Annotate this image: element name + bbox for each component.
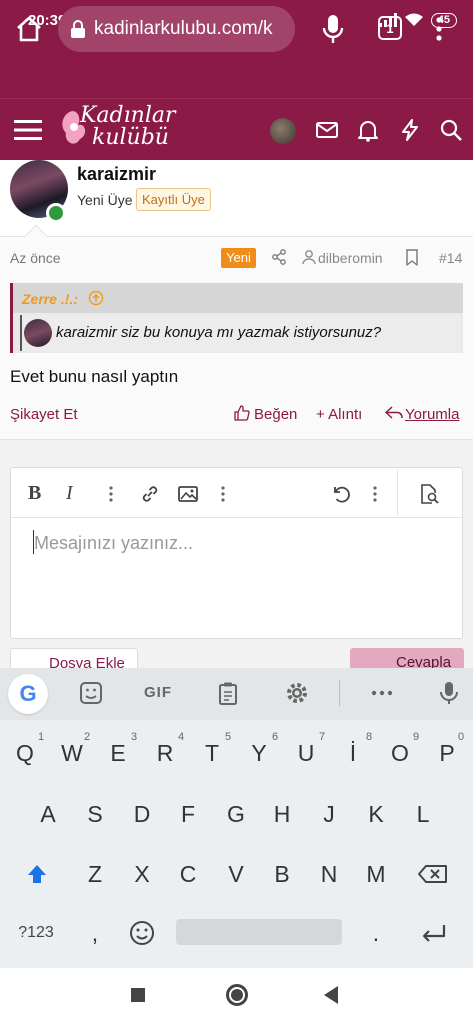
key-g[interactable]: G — [214, 791, 258, 837]
more-vert-icon[interactable] — [364, 483, 386, 505]
key-hint-0: 0 — [458, 731, 465, 743]
online-status-indicator — [46, 203, 66, 223]
key-hint-3: 3 — [131, 731, 138, 743]
quote-author[interactable]: Zerre .!.: — [22, 291, 78, 307]
settings-gear-icon[interactable] — [284, 680, 310, 706]
key-k[interactable]: K — [354, 791, 398, 837]
like-link[interactable]: Beğen — [254, 406, 297, 423]
more-vert-icon[interactable] — [432, 14, 446, 44]
post-time[interactable]: Az önce — [10, 250, 61, 266]
space-key[interactable] — [176, 919, 342, 945]
enter-icon[interactable] — [412, 910, 456, 956]
reply-link[interactable]: Yorumla — [405, 406, 459, 423]
preview-icon[interactable] — [418, 483, 440, 505]
account-avatar[interactable] — [270, 118, 296, 144]
tab-switcher-button[interactable]: 1 — [378, 16, 402, 40]
key-z[interactable]: Z — [73, 851, 117, 897]
key-hint-4: 4 — [178, 731, 185, 743]
gif-button[interactable]: GIF — [144, 684, 172, 701]
sticker-icon[interactable] — [78, 680, 104, 706]
key-hint-5: 5 — [225, 731, 232, 743]
key-s[interactable]: S — [73, 791, 117, 837]
report-link[interactable]: Şikayet Et — [10, 406, 78, 423]
post-message: Evet bunu nasıl yaptın — [10, 367, 179, 386]
bell-icon[interactable] — [355, 117, 381, 143]
key-j[interactable]: J — [307, 791, 351, 837]
share-icon[interactable] — [271, 249, 287, 265]
user-icon — [302, 250, 316, 265]
key-l[interactable]: L — [401, 791, 445, 837]
home-icon[interactable] — [14, 14, 44, 44]
key-h[interactable]: H — [260, 791, 304, 837]
post-number[interactable]: #14 — [439, 250, 462, 266]
nested-quote-avatar — [24, 319, 52, 347]
nested-quote-text: karaizmir siz bu konuya mı yazmak istiyo… — [56, 324, 382, 341]
key-hint-8: 8 — [366, 731, 373, 743]
back-button[interactable] — [324, 986, 338, 1004]
keyboard-mic-icon[interactable] — [436, 680, 462, 706]
key-x[interactable]: X — [120, 851, 164, 897]
arrow-up-circle-icon[interactable] — [88, 290, 104, 306]
post-author-header — [0, 160, 473, 236]
key-hint-7: 7 — [319, 731, 326, 743]
emoji-icon[interactable] — [120, 910, 164, 956]
link-icon[interactable] — [139, 483, 161, 505]
mail-icon[interactable] — [314, 117, 340, 143]
message-input-placeholder[interactable]: Mesajınızı yazınız... — [34, 533, 193, 554]
italic-button[interactable]: I — [66, 482, 73, 505]
backspace-icon[interactable] — [412, 851, 456, 897]
key-b[interactable]: B — [260, 851, 304, 897]
author-username[interactable]: karaizmir — [77, 164, 156, 185]
thumbs-up-icon[interactable] — [234, 405, 250, 421]
quote-link[interactable]: + Alıntı — [316, 406, 362, 423]
more-vert-icon[interactable] — [212, 483, 234, 505]
url-field[interactable]: kadinlarkulubu.com/k — [58, 6, 295, 52]
clipboard-icon[interactable] — [215, 680, 241, 706]
key-hint-1: 1 — [38, 731, 45, 743]
lightning-icon[interactable] — [397, 117, 423, 143]
mic-icon[interactable] — [320, 13, 346, 45]
new-badge: Yeni — [221, 248, 256, 268]
key-hint-6: 6 — [272, 731, 279, 743]
key-d[interactable]: D — [120, 791, 164, 837]
suggestion-divider — [339, 680, 340, 706]
post-reference-user[interactable]: dilberomin — [318, 250, 383, 266]
editor-toolbar — [11, 468, 462, 518]
url-text: kadinlarkulubu.com/k — [94, 18, 273, 39]
author-role: Yeni Üye — [77, 192, 133, 208]
wifi-icon — [404, 13, 423, 26]
bold-button[interactable]: B — [28, 482, 41, 505]
search-icon[interactable] — [438, 117, 464, 143]
toolbar-divider — [397, 470, 398, 516]
google-icon[interactable]: G — [8, 674, 48, 714]
menu-icon[interactable] — [14, 118, 42, 142]
logo-line1: Kadınlar — [80, 103, 176, 128]
key-f[interactable]: F — [166, 791, 210, 837]
key-c[interactable]: C — [166, 851, 210, 897]
more-vert-icon[interactable] — [100, 483, 122, 505]
bookmark-icon[interactable] — [405, 249, 419, 266]
recent-apps-button[interactable] — [131, 988, 145, 1002]
shift-arrow-icon[interactable] — [15, 851, 59, 897]
logo-text: Kadınlar kulübü — [80, 105, 176, 149]
image-icon[interactable] — [177, 483, 199, 505]
home-button[interactable] — [226, 984, 248, 1006]
key-hint-2: 2 — [84, 731, 91, 743]
lock-icon — [71, 20, 85, 38]
key-m[interactable]: M — [354, 851, 398, 897]
symbols-key[interactable]: ?123 — [14, 910, 58, 956]
key-a[interactable]: A — [26, 791, 70, 837]
author-badge: Kayıtlı Üye — [136, 188, 211, 211]
comma-key[interactable]: , — [73, 910, 117, 956]
key-n[interactable]: N — [307, 851, 351, 897]
reply-icon[interactable] — [385, 405, 403, 421]
more-horiz-icon[interactable] — [369, 680, 395, 706]
undo-icon[interactable] — [330, 483, 352, 505]
logo-line2: kulübü — [92, 125, 169, 150]
key-v[interactable]: V — [214, 851, 258, 897]
period-key[interactable]: . — [354, 910, 398, 956]
key-hint-9: 9 — [413, 731, 420, 743]
